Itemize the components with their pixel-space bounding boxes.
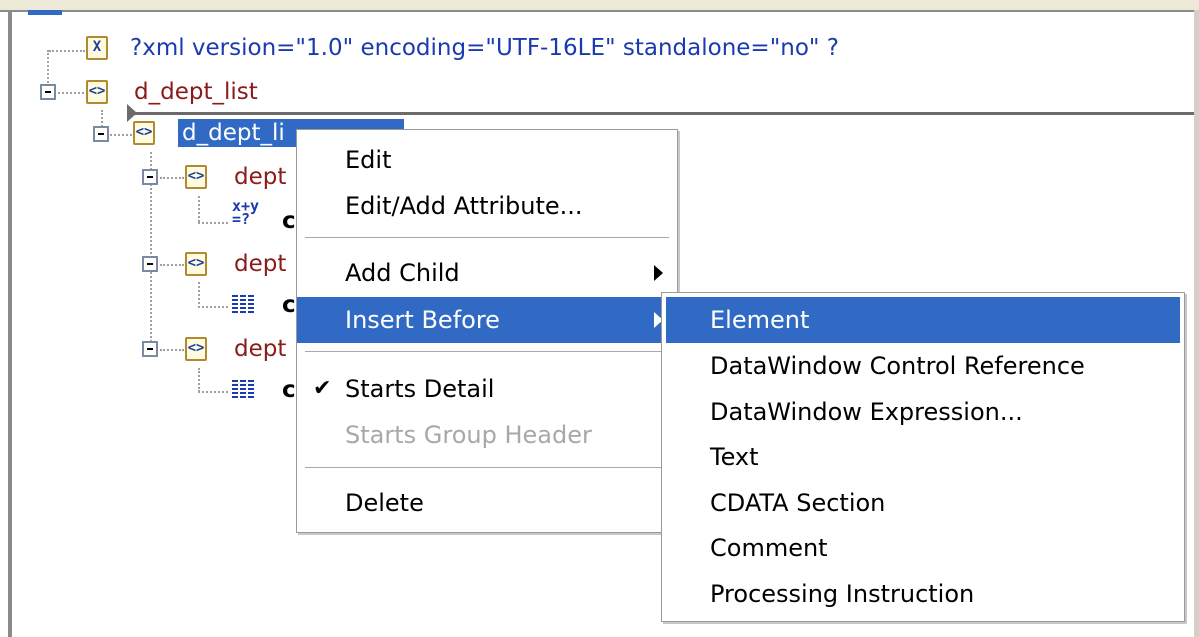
tree-line [198, 282, 200, 308]
xml-declaration-icon: X [86, 36, 108, 60]
tree-line [160, 264, 184, 266]
drop-position-line [132, 112, 1194, 115]
collapse-icon[interactable] [93, 126, 109, 142]
control-reference-icon [232, 380, 254, 398]
menu-item-label: Insert Before [345, 306, 500, 334]
right-frame [1194, 10, 1199, 637]
tree-line [49, 50, 85, 52]
menu-item-starts-detail[interactable]: ✔ Starts Detail [297, 366, 677, 412]
element-icon: <> [185, 165, 207, 189]
insert-before-submenu: Element DataWindow Control Reference Dat… [661, 292, 1185, 622]
element-icon: <> [185, 337, 207, 361]
tree-line [198, 368, 200, 392]
collapse-icon[interactable] [40, 84, 56, 100]
column-node-1[interactable]: c [282, 208, 296, 234]
column-node-3[interactable]: c [282, 377, 296, 403]
menu-item-edit[interactable]: Edit [297, 137, 677, 183]
collapse-icon[interactable] [142, 169, 158, 185]
expression-icon: x+y =? [232, 197, 260, 228]
tree-line [110, 134, 132, 136]
tree-line [198, 196, 200, 222]
context-menu: Edit Edit/Add Attribute... Add Child Ins… [296, 129, 678, 533]
active-tab-indicator [28, 10, 62, 15]
left-frame [8, 10, 12, 637]
submenu-item-comment[interactable]: Comment [666, 525, 1180, 571]
element-icon: <> [185, 252, 207, 276]
submenu-item-cdata-section[interactable]: CDATA Section [666, 480, 1180, 526]
top-frame [0, 0, 1199, 12]
tree-line [198, 306, 228, 308]
menu-item-delete[interactable]: Delete [297, 480, 677, 526]
submenu-item-datawindow-expression[interactable]: DataWindow Expression... [666, 389, 1180, 435]
submenu-item-text[interactable]: Text [666, 434, 1180, 480]
checkmark-icon: ✔ [313, 376, 332, 401]
submenu-arrow-icon [654, 265, 663, 281]
menu-separator [305, 351, 669, 353]
collapse-icon[interactable] [142, 256, 158, 272]
collapse-icon[interactable] [142, 341, 158, 357]
menu-separator [305, 467, 669, 469]
drop-position-arrow [127, 104, 137, 122]
tree-line [160, 349, 184, 351]
root-element-node[interactable]: d_dept_list [134, 78, 258, 106]
dept-element-node-3[interactable]: dept [234, 335, 286, 363]
xml-declaration-node[interactable]: ?xml version="1.0" encoding="UTF-16LE" s… [130, 34, 839, 62]
tree-line [160, 177, 184, 179]
tree-line [58, 92, 84, 94]
menu-item-starts-group-header: Starts Group Header [345, 421, 592, 449]
element-icon: <> [86, 80, 108, 104]
control-reference-icon [232, 295, 254, 313]
column-node-2[interactable]: c [282, 292, 296, 318]
menu-separator [305, 237, 669, 239]
tree-line [198, 391, 228, 393]
menu-item-label: Starts Detail [345, 375, 495, 403]
menu-item-insert-before[interactable]: Insert Before [297, 297, 677, 343]
menu-item-edit-add-attribute[interactable]: Edit/Add Attribute... [297, 183, 677, 229]
menu-item-label: Add Child [345, 259, 460, 287]
dept-element-node-1[interactable]: dept [234, 163, 286, 191]
submenu-item-element[interactable]: Element [666, 297, 1180, 343]
tree-line [198, 222, 228, 224]
submenu-item-datawindow-control-reference[interactable]: DataWindow Control Reference [666, 343, 1180, 389]
element-icon: <> [133, 121, 155, 145]
dept-element-node-2[interactable]: dept [234, 250, 286, 278]
menu-item-add-child[interactable]: Add Child [297, 250, 677, 296]
submenu-item-processing-instruction[interactable]: Processing Instruction [666, 571, 1180, 617]
